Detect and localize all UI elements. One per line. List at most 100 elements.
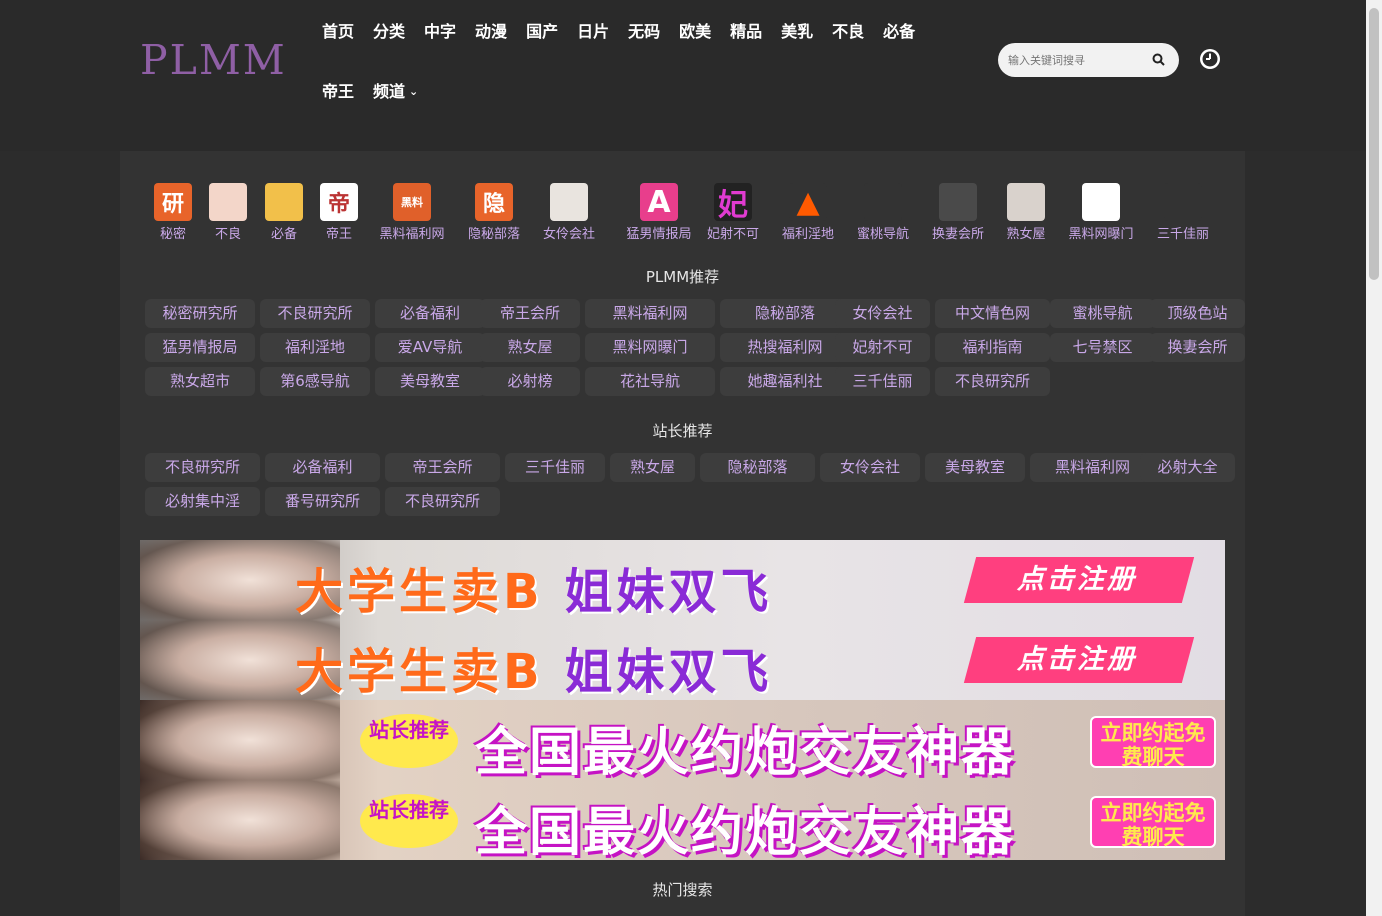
tag-link[interactable]: 三千佳丽	[505, 453, 605, 482]
site-logo-icon: 隐	[475, 183, 513, 221]
tag-link[interactable]: 黑料网曝门	[585, 333, 715, 362]
nav-item[interactable]: 必备	[883, 18, 915, 42]
nav-item-label: 美乳	[781, 22, 814, 41]
tag-link[interactable]: 爱AV导航	[375, 333, 485, 362]
site-logo-glyph: 帝	[327, 192, 350, 217]
owner-recommend-title: 站长推荐	[652, 422, 713, 440]
tag-link[interactable]: 黑料福利网	[585, 299, 715, 328]
search-box	[998, 43, 1179, 77]
tag-link[interactable]: 熟女屋	[480, 333, 580, 362]
tag-link[interactable]: 必备福利	[265, 453, 380, 482]
nav-item-label: 首页	[322, 22, 355, 41]
ad-banner-3[interactable]: 站长推荐 全国最火约炮交友神器 立即约起免费聊天	[140, 700, 1225, 780]
tag-link[interactable]: 不良研究所	[260, 299, 370, 328]
page-scrollbar[interactable]	[1366, 0, 1382, 916]
site-icon-row: 研秘密 不良 必备帝帝王 黑料 黑料福利网隐隐秘部落 女伶会社 A 猛男情报局妃妃射不可 ▲ 福利…	[120, 181, 1245, 242]
tag-link[interactable]: 三千佳丽	[835, 367, 930, 396]
nav-item[interactable]: 首页	[322, 18, 354, 42]
tag-link[interactable]: 福利指南	[935, 333, 1050, 362]
tag-link[interactable]: 不良研究所	[385, 487, 500, 516]
tag-link[interactable]: 秘密研究所	[145, 299, 255, 328]
tag-link[interactable]: 黑料福利网	[1030, 453, 1155, 482]
tag-link[interactable]: 帝王会所	[385, 453, 500, 482]
tag-link[interactable]: 顶级色站	[1150, 299, 1245, 328]
site-logo-icon: 黑料	[393, 183, 431, 221]
ad-banner-4[interactable]: 站长推荐 全国最火约炮交友神器 立即约起免费聊天	[140, 780, 1225, 860]
site-link[interactable]: 女伶会社	[524, 181, 614, 242]
nav-item[interactable]: 动漫	[475, 18, 507, 42]
nav-item[interactable]: 欧美	[679, 18, 711, 42]
site-link[interactable]: 黑料网曝门	[1056, 181, 1146, 242]
site-logo-icon	[864, 183, 902, 221]
tag-link[interactable]: 第6感导航	[260, 367, 370, 396]
nav-item[interactable]: 精品	[730, 18, 762, 42]
site-logo-glyph: ▲	[796, 184, 820, 220]
tag-link[interactable]: 女伶会社	[820, 453, 920, 482]
tag-link[interactable]: 美母教室	[925, 453, 1025, 482]
tag-link[interactable]: 隐秘部落	[700, 453, 815, 482]
banner-badge: 站长推荐	[360, 714, 458, 768]
nav-item[interactable]: 频道 ⌄	[373, 78, 418, 102]
nav-item-label: 动漫	[475, 22, 508, 41]
register-button[interactable]: 点击注册	[963, 637, 1195, 683]
site-link[interactable]: 黑料 黑料福利网	[367, 181, 457, 242]
site-logo-icon	[939, 183, 977, 221]
tag-link[interactable]: 花社导航	[585, 367, 715, 396]
tag-link[interactable]: 美母教室	[375, 367, 485, 396]
tag-link[interactable]: 必射集中淫	[145, 487, 260, 516]
nav-item[interactable]: 帝王	[322, 78, 354, 102]
tag-link[interactable]: 隐秘部落	[720, 299, 850, 328]
site-logo[interactable]: PLMM	[140, 38, 305, 82]
search-icon[interactable]	[1151, 52, 1167, 68]
search-input[interactable]	[1008, 43, 1148, 77]
banner-photo	[140, 700, 340, 780]
nav-item[interactable]: 无码	[628, 18, 660, 42]
tag-link[interactable]: 熟女屋	[610, 453, 695, 482]
scrollbar-thumb[interactable]	[1369, 8, 1379, 280]
nav-item[interactable]: 国产	[526, 18, 558, 42]
nav-item[interactable]: 中字	[424, 18, 456, 42]
chat-button[interactable]: 立即约起免费聊天	[1090, 716, 1216, 769]
tag-link[interactable]: 她趣福利社	[720, 367, 850, 396]
tag-link[interactable]: 妃射不可	[835, 333, 930, 362]
tag-link[interactable]: 必备福利	[375, 299, 485, 328]
nav-row-2: 帝王 频道 ⌄	[322, 60, 962, 120]
ad-banner-2[interactable]: 大学生卖B 姐妹双飞 点击注册	[140, 620, 1225, 700]
site-link[interactable]: 三千佳丽	[1138, 181, 1228, 242]
main-nav: 首页 分类 中字 动漫 国产 日片 无码 欧美 精品 美乳 不良 必备 帝王 频道 ⌄	[322, 0, 962, 120]
tag-link[interactable]: 不良研究所	[935, 367, 1050, 396]
tag-link[interactable]: 换妻会所	[1150, 333, 1245, 362]
tag-link[interactable]: 猛男情报局	[145, 333, 255, 362]
main-content: 研秘密 不良 必备帝帝王 黑料 黑料福利网隐隐秘部落 女伶会社 A 猛男情报局妃妃射不可 ▲ 福利…	[120, 151, 1245, 916]
tag-link[interactable]: 必射大全	[1140, 453, 1235, 482]
nav-item-label: 不良	[832, 22, 865, 41]
site-logo-icon	[1082, 183, 1120, 221]
nav-item-label: 必备	[883, 22, 916, 41]
history-clock-icon[interactable]	[1199, 48, 1221, 70]
site-logo-glyph: 妃	[718, 188, 748, 223]
plmm-recommend-title: PLMM推荐	[645, 268, 720, 286]
nav-item[interactable]: 不良	[832, 18, 864, 42]
ad-banner-1[interactable]: 大学生卖B 姐妹双飞 点击注册	[140, 540, 1225, 620]
tag-link[interactable]: 不良研究所	[145, 453, 260, 482]
tag-link[interactable]: 女伶会社	[835, 299, 930, 328]
nav-item[interactable]: 日片	[577, 18, 609, 42]
banner-headline-orange: 大学生卖B	[295, 564, 544, 620]
chat-button[interactable]: 立即约起免费聊天	[1090, 796, 1216, 849]
tag-link[interactable]: 帝王会所	[480, 299, 580, 328]
tag-link[interactable]: 蜜桃导航	[1050, 299, 1155, 328]
tag-link[interactable]: 热搜福利网	[720, 333, 850, 362]
tag-link[interactable]: 熟女超市	[145, 367, 255, 396]
nav-item[interactable]: 分类	[373, 18, 405, 42]
nav-item[interactable]: 美乳	[781, 18, 813, 42]
ad-banners: 大学生卖B 姐妹双飞 点击注册 大学生卖B 姐妹双飞 点击注册 站长推荐 全国最…	[140, 540, 1225, 860]
tag-link[interactable]: 番号研究所	[265, 487, 380, 516]
site-logo-glyph: A	[647, 184, 671, 220]
banner-headline-purple: 姐妹双飞	[564, 564, 773, 620]
tag-link[interactable]: 中文情色网	[935, 299, 1050, 328]
tag-link[interactable]: 必射榜	[480, 367, 580, 396]
banner-headline: 全国最火约炮交友神器	[475, 803, 1016, 860]
tag-link[interactable]: 七号禁区	[1050, 333, 1155, 362]
register-button[interactable]: 点击注册	[963, 557, 1195, 603]
tag-link[interactable]: 福利淫地	[260, 333, 370, 362]
